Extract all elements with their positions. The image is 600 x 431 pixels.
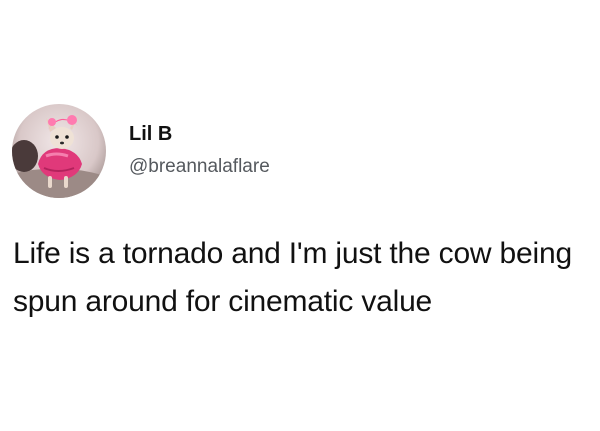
profile-photo-dog-in-pink-outfit-icon [12,104,106,198]
tweet-card: Lil B @breannalaflare Life is a tornado … [0,0,600,431]
display-name[interactable]: Lil B [129,122,270,146]
tweet-header: Lil B @breannalaflare [12,104,270,198]
author-names: Lil B @breannalaflare [129,122,270,179]
tweet-text: Life is a tornado and I'm just the cow b… [13,237,572,318]
user-handle[interactable]: @breannalaflare [129,155,270,179]
avatar[interactable] [12,104,106,198]
